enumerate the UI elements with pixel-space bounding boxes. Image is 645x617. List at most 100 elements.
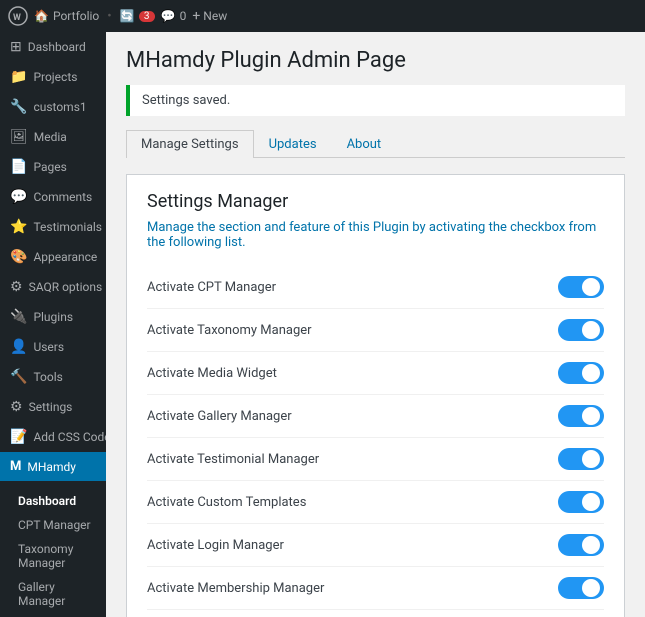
sidebar-item-customs1[interactable]: 🔧 customs1	[0, 92, 106, 122]
sidebar-sub-taxonomy-manager[interactable]: Taxonomy Manager	[0, 537, 106, 575]
sidebar-item-comments[interactable]: 💬 Comments	[0, 182, 106, 212]
toggle-gallery[interactable]	[558, 405, 604, 427]
tab-about[interactable]: About	[332, 130, 397, 158]
pages-icon: 📄	[10, 159, 27, 175]
site-name-item[interactable]: 🏠 Portfolio	[34, 9, 99, 23]
site-name: Portfolio	[53, 9, 99, 23]
wp-logo-item[interactable]: W	[8, 6, 28, 26]
toggle-testimonial[interactable]	[558, 448, 604, 470]
sidebar-item-pages[interactable]: 📄 Pages	[0, 152, 106, 182]
sidebar-label-media: Media	[34, 130, 67, 144]
home-icon: 🏠	[34, 9, 49, 23]
sidebar-label-projects: Projects	[33, 70, 77, 84]
sidebar-label-comments: Comments	[33, 190, 92, 204]
update-icon: 🔄	[120, 9, 135, 23]
toggle-custom-templates[interactable]	[558, 491, 604, 513]
toggle-cpt[interactable]	[558, 276, 604, 298]
setting-row-cpt: Activate CPT Manager	[147, 266, 604, 309]
sidebar-item-dashboard[interactable]: ⊞ Dashboard	[0, 32, 106, 62]
toggle-media-slider	[558, 362, 604, 384]
sidebar-label-dashboard: Dashboard	[28, 40, 86, 54]
toggle-membership-slider	[558, 577, 604, 599]
tools-icon: 🔨	[10, 369, 27, 385]
sidebar-item-projects[interactable]: 📁 Projects	[0, 62, 106, 92]
media-icon: 🖼	[10, 129, 28, 145]
update-counter[interactable]: 🔄 3	[120, 9, 155, 23]
page-title: MHamdy Plugin Admin Page	[126, 48, 625, 73]
sidebar-label-customs1: customs1	[33, 100, 86, 114]
setting-row-taxonomy: Activate Taxonomy Manager	[147, 309, 604, 352]
toggle-membership[interactable]	[558, 577, 604, 599]
sub-cpt-label: CPT Manager	[18, 518, 91, 532]
new-label: New	[203, 9, 227, 23]
sidebar-item-plugins[interactable]: 🔌 Plugins	[0, 302, 106, 332]
toggle-taxonomy[interactable]	[558, 319, 604, 341]
toggle-custom-templates-slider	[558, 491, 604, 513]
setting-label-login: Activate Login Manager	[147, 538, 284, 553]
tab-updates-label: Updates	[269, 137, 317, 152]
comment-icon: 💬	[161, 9, 176, 23]
toggle-login[interactable]	[558, 534, 604, 556]
setting-label-taxonomy: Activate Taxonomy Manager	[147, 323, 312, 338]
sub-gallery-label: Gallery Manager	[18, 580, 65, 608]
sidebar-label-tools: Tools	[33, 370, 62, 384]
setting-label-custom-templates: Activate Custom Templates	[147, 495, 306, 510]
saqr-icon: ⚙	[10, 279, 23, 295]
setting-row-custom-templates: Activate Custom Templates	[147, 481, 604, 524]
projects-icon: 📁	[10, 69, 27, 85]
tab-updates[interactable]: Updates	[254, 130, 332, 158]
sidebar-item-tools[interactable]: 🔨 Tools	[0, 362, 106, 392]
sidebar-item-addcss[interactable]: 📝 Add CSS Code	[0, 422, 106, 452]
svg-text:W: W	[13, 13, 21, 23]
sidebar-sub-membership-manager[interactable]: Membership Manager	[0, 613, 106, 617]
sidebar: ⊞ Dashboard 📁 Projects 🔧 customs1 🖼 Medi…	[0, 32, 106, 617]
update-badge: 3	[139, 11, 155, 22]
sidebar-item-appearance[interactable]: 🎨 Appearance	[0, 242, 106, 272]
toggle-cpt-slider	[558, 276, 604, 298]
sidebar-sub-cpt-manager[interactable]: CPT Manager	[0, 513, 106, 537]
wp-icon: W	[8, 6, 28, 26]
sidebar-item-media[interactable]: 🖼 Media	[0, 122, 106, 152]
toggle-testimonial-slider	[558, 448, 604, 470]
sidebar-item-users[interactable]: 👤 Users	[0, 332, 106, 362]
sidebar-label-addcss: Add CSS Code	[33, 430, 106, 444]
tabs: Manage Settings Updates About	[126, 130, 625, 158]
setting-row-gallery: Activate Gallery Manager	[147, 395, 604, 438]
settings-title: Settings Manager	[147, 191, 604, 212]
sep1: •	[107, 9, 111, 24]
sidebar-item-mhamdy[interactable]: M MHamdy	[0, 452, 106, 481]
sidebar-label-appearance: Appearance	[33, 250, 97, 264]
customs1-icon: 🔧	[10, 99, 27, 115]
sidebar-label-settings: Settings	[29, 400, 73, 414]
setting-row-membership: Activate Membership Manager	[147, 567, 604, 610]
tab-manage-settings[interactable]: Manage Settings	[126, 130, 254, 158]
setting-row-media: Activate Media Widget	[147, 352, 604, 395]
settings-desc: Manage the section and feature of this P…	[147, 220, 604, 250]
sidebar-sub-dashboard[interactable]: Dashboard	[0, 489, 106, 513]
top-bar: W 🏠 Portfolio • 🔄 3 💬 0 + New	[0, 0, 645, 32]
layout: ⊞ Dashboard 📁 Projects 🔧 customs1 🖼 Medi…	[0, 32, 645, 617]
sidebar-label-testimonials: Testimonials	[33, 220, 102, 234]
comments-icon: 💬	[10, 189, 27, 205]
toggle-gallery-slider	[558, 405, 604, 427]
sidebar-sub-gallery-manager[interactable]: Gallery Manager	[0, 575, 106, 613]
comment-counter[interactable]: 💬 0	[161, 9, 187, 23]
sidebar-item-saqr[interactable]: ⚙ SAQR options	[0, 272, 106, 302]
plus-icon: +	[192, 8, 200, 24]
sidebar-label-mhamdy: MHamdy	[27, 460, 76, 474]
sidebar-item-testimonials[interactable]: ⭐ Testimonials	[0, 212, 106, 242]
sidebar-label-pages: Pages	[33, 160, 66, 174]
plugins-icon: 🔌	[10, 309, 27, 325]
sidebar-label-users: Users	[33, 340, 64, 354]
main-content: MHamdy Plugin Admin Page Settings saved.…	[106, 32, 645, 617]
addcss-icon: 📝	[10, 429, 27, 445]
settings-panel: Settings Manager Manage the section and …	[126, 174, 625, 617]
sidebar-label-saqr: SAQR options	[29, 280, 103, 294]
sidebar-item-settings[interactable]: ⚙ Settings	[0, 392, 106, 422]
toggle-media[interactable]	[558, 362, 604, 384]
appearance-icon: 🎨	[10, 249, 27, 265]
setting-row-testimonial: Activate Testimonial Manager	[147, 438, 604, 481]
new-item[interactable]: + New	[192, 8, 227, 24]
setting-row-login: Activate Login Manager	[147, 524, 604, 567]
setting-label-testimonial: Activate Testimonial Manager	[147, 452, 319, 467]
